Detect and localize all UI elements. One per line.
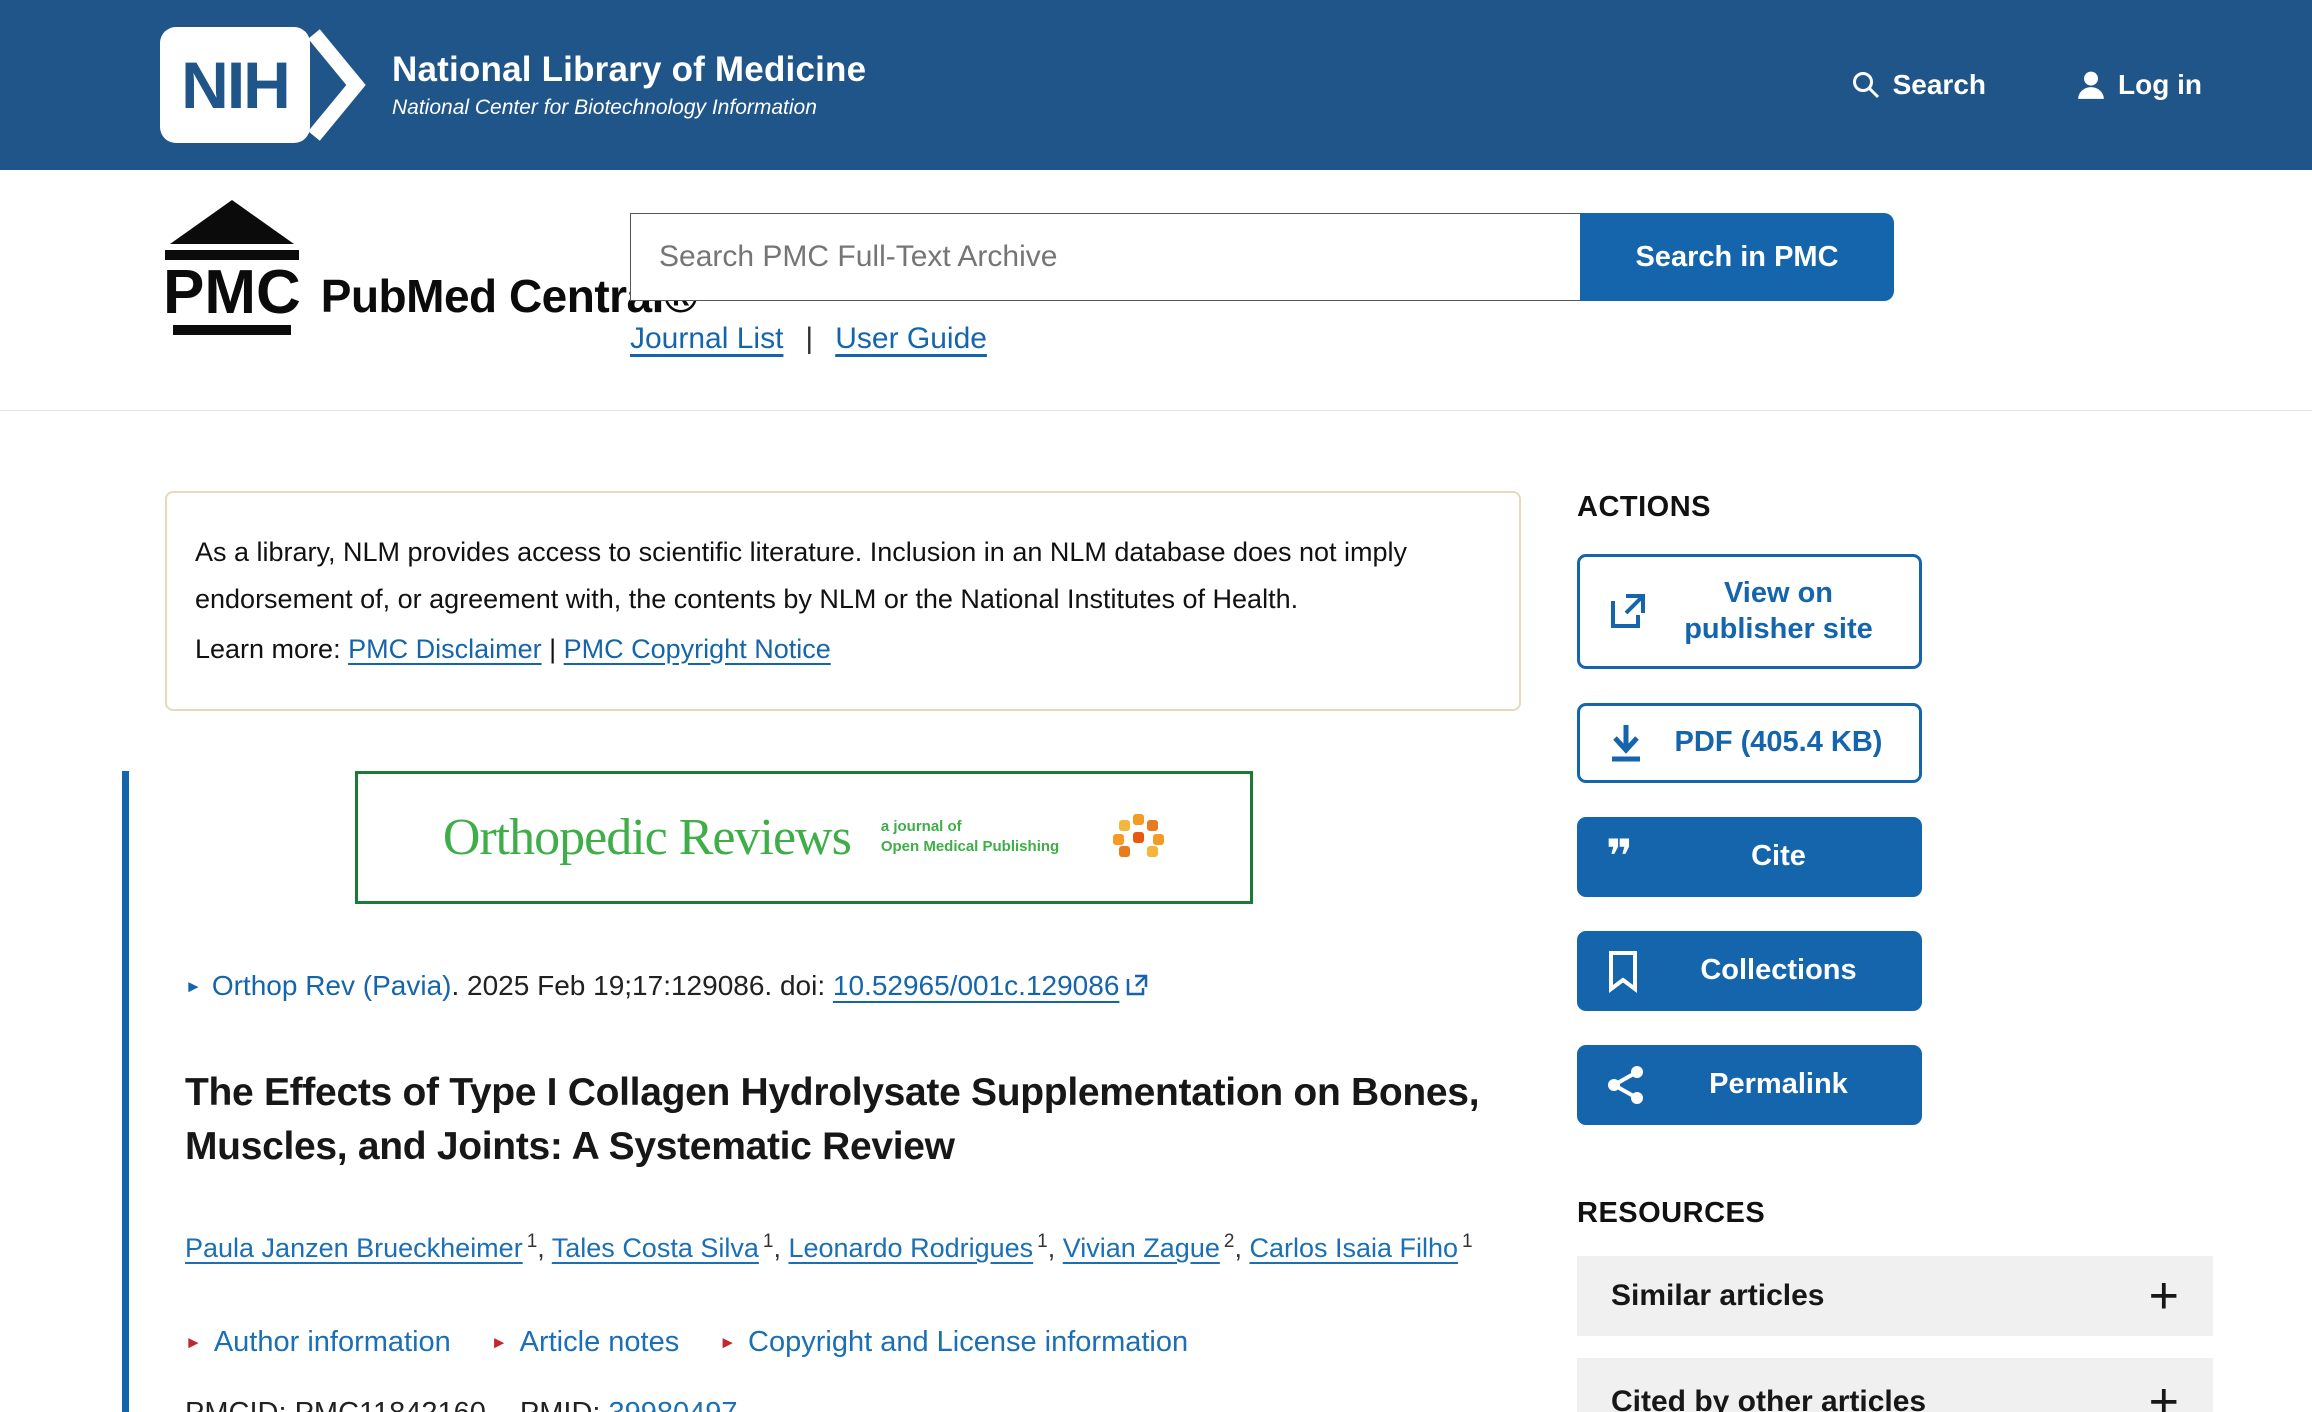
journal-banner[interactable]: Orthopedic Reviews a journal of Open Med…	[355, 771, 1253, 904]
article-meta-links: ► Author information ► Article notes ► C…	[185, 1326, 1521, 1359]
resource-accordions: Similar articles + Cited by other articl…	[1577, 1256, 2213, 1412]
disclaimer-text: As a library, NLM provides access to sci…	[195, 537, 1407, 614]
header-search-label: Search	[1893, 69, 1986, 101]
pmc-search-row: Search in PMC	[630, 213, 1894, 301]
journal-banner-publisher: a journal of Open Medical Publishing	[881, 817, 1059, 858]
doi-link[interactable]: 10.52965/001c.129086	[833, 970, 1120, 1001]
action-buttons: View on publisher site PDF (405.4 KB) ❞ …	[1577, 554, 1922, 1125]
search-in-pmc-button[interactable]: Search in PMC	[1580, 213, 1894, 301]
nih-logo-text: NIH	[181, 47, 289, 123]
pmc-band: PMC PubMed Central® Search in PMC Journa…	[0, 170, 2312, 411]
cite-button[interactable]: ❞ Cite	[1577, 817, 1922, 897]
journal-banner-name: Orthopedic Reviews	[443, 808, 851, 867]
nih-header: NIH National Library of Medicine Nationa…	[0, 0, 2312, 170]
citation-triangle-icon: ►	[185, 978, 202, 995]
pmid-link[interactable]: 39980497	[609, 1397, 738, 1412]
disclaimer-learn-more: Learn more: PMC Disclaimer | PMC Copyrig…	[195, 626, 1491, 673]
nlm-brand-text: National Library of Medicine National Ce…	[392, 50, 866, 120]
journal-abbrev-link[interactable]: Orthop Rev (Pavia)	[212, 970, 452, 1001]
pmc-quick-links: Journal List | User Guide	[630, 322, 987, 356]
person-icon	[2076, 70, 2106, 100]
citation-text: . 2025 Feb 19;17:129086. doi:	[451, 970, 832, 1001]
article-citation-line: ► Orthop Rev (Pavia). 2025 Feb 19;17:129…	[185, 970, 1521, 1004]
permalink-button[interactable]: Permalink	[1577, 1045, 1922, 1125]
article-ids-row: PMCID: PMC11842160 PMID: 39980497	[185, 1397, 1521, 1412]
copyright-license-toggle[interactable]: ► Copyright and License information	[719, 1326, 1188, 1359]
view-on-publisher-site-button[interactable]: View on publisher site	[1577, 554, 1922, 669]
publisher-flower-icon	[1111, 812, 1165, 862]
sidebar: ACTIONS View on publisher site PDF (405.…	[1577, 491, 2213, 1412]
expand-triangle-icon: ►	[185, 1334, 202, 1351]
resources-heading: RESOURCES	[1577, 1197, 2213, 1230]
resources-section: RESOURCES Similar articles + Cited by ot…	[1577, 1197, 2213, 1412]
author-information-toggle[interactable]: ► Author information	[185, 1326, 451, 1359]
bookmark-icon	[1606, 949, 1640, 993]
cited-by-accordion[interactable]: Cited by other articles +	[1577, 1358, 2213, 1412]
pmc-temple-icon: PMC	[163, 200, 301, 335]
ncbi-subtitle: National Center for Biotechnology Inform…	[392, 96, 866, 120]
author-link: Paula Janzen Brueckheimer1	[185, 1233, 552, 1263]
author-link: Leonardo Rodrigues1	[788, 1233, 1062, 1263]
user-guide-link[interactable]: User Guide	[835, 322, 987, 356]
author-link: Tales Costa Silva1	[552, 1233, 789, 1263]
nlm-brand[interactable]: NIH National Library of Medicine Nationa…	[160, 26, 866, 144]
header-nav: Search Log in	[1851, 69, 2202, 101]
author-link: Vivian Zague2	[1063, 1233, 1250, 1263]
external-link-icon	[1606, 589, 1650, 633]
main-column: As a library, NLM provides access to sci…	[165, 491, 1521, 1412]
pmc-logo[interactable]: PMC PubMed Central®	[163, 200, 697, 335]
external-link-icon	[1125, 972, 1149, 1004]
plus-icon: +	[2149, 1270, 2179, 1322]
login-button[interactable]: Log in	[2076, 69, 2202, 101]
share-icon	[1606, 1063, 1646, 1107]
plus-icon: +	[2149, 1376, 2179, 1412]
pdf-download-button[interactable]: PDF (405.4 KB)	[1577, 703, 1922, 783]
expand-triangle-icon: ►	[719, 1334, 736, 1351]
author-link: Carlos Isaia Filho1	[1249, 1233, 1472, 1263]
download-icon	[1606, 721, 1646, 765]
expand-triangle-icon: ►	[491, 1334, 508, 1351]
nlm-title: National Library of Medicine	[392, 50, 866, 90]
article-title: The Effects of Type I Collagen Hydrolysa…	[185, 1066, 1585, 1175]
pmcid-value: PMCID: PMC11842160	[185, 1397, 486, 1412]
nih-logo-chevron-icon	[304, 26, 368, 144]
quote-icon: ❞	[1606, 843, 1633, 871]
quick-links-separator: |	[805, 322, 813, 356]
article-notes-toggle[interactable]: ► Article notes	[491, 1326, 679, 1359]
article-header-section: Orthopedic Reviews a journal of Open Med…	[122, 771, 1521, 1412]
journal-list-link[interactable]: Journal List	[630, 322, 783, 356]
login-label: Log in	[2118, 69, 2202, 101]
pmid-value: PMID: 39980497	[520, 1397, 738, 1412]
pmc-logo-acronym: PMC	[163, 260, 301, 325]
page-content: As a library, NLM provides access to sci…	[0, 411, 2312, 1412]
pmc-search-input[interactable]	[630, 213, 1580, 301]
pmc-disclaimer-link[interactable]: PMC Disclaimer	[348, 634, 542, 664]
header-search-button[interactable]: Search	[1851, 69, 1986, 101]
nih-logo: NIH	[160, 27, 310, 143]
actions-heading: ACTIONS	[1577, 491, 2213, 524]
pmc-copyright-link[interactable]: PMC Copyright Notice	[564, 634, 831, 664]
search-icon	[1851, 70, 1881, 100]
collections-button[interactable]: Collections	[1577, 931, 1922, 1011]
similar-articles-accordion[interactable]: Similar articles +	[1577, 1256, 2213, 1336]
nlm-disclaimer-box: As a library, NLM provides access to sci…	[165, 491, 1521, 711]
authors-row: Paula Janzen Brueckheimer1Tales Costa Si…	[185, 1231, 1521, 1264]
